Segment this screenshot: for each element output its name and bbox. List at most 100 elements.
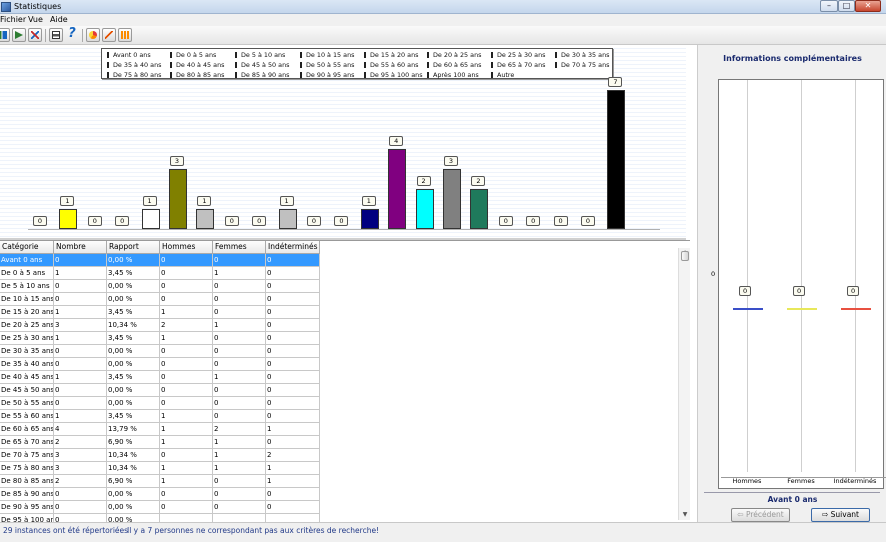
column-header[interactable]: Rapport (107, 241, 160, 254)
chart-icon[interactable] (0, 28, 10, 42)
table-cell: 0 (213, 332, 266, 345)
table-row[interactable]: De 30 à 35 ans 0 0,00 % 0 0 0 (0, 345, 320, 358)
table-cell: 3 (54, 462, 107, 475)
table-cell: 2 (213, 423, 266, 436)
pie-chart-icon[interactable] (86, 28, 100, 42)
menu-fichier[interactable]: Fichier (0, 15, 26, 24)
table-cell: 1 (54, 267, 107, 280)
column-header[interactable]: Catégorie (0, 241, 54, 254)
print-icon[interactable] (49, 28, 63, 42)
table-row[interactable]: De 55 à 60 ans 1 3,45 % 1 0 0 (0, 410, 320, 423)
bar-value-label: 7 (608, 76, 623, 87)
gender-value-label: 0 (739, 286, 752, 296)
next-button[interactable]: ⇨ Suivant (811, 508, 870, 522)
table-cell (266, 514, 320, 522)
table-row[interactable]: De 20 à 25 ans 3 10,34 % 2 1 0 (0, 319, 320, 332)
statistics-table: Catégorie Nombre Rapport Hommes Femmes Indéte… (0, 240, 690, 522)
table-row[interactable]: De 25 à 30 ans 1 3,45 % 1 0 0 (0, 332, 320, 345)
table-row[interactable]: De 40 à 45 ans 1 3,45 % 0 1 0 (0, 371, 320, 384)
column-header[interactable]: Indéterminés (266, 241, 320, 254)
legend-item: De 70 à 75 ans (555, 61, 609, 69)
legend-item: De 5 à 10 ans (235, 51, 285, 59)
legend-label: De 20 à 25 ans (433, 51, 482, 59)
table-row[interactable]: De 45 à 50 ans 0 0,00 % 0 0 0 (0, 384, 320, 397)
column-header[interactable]: Nombre (54, 241, 107, 254)
table-cell: 1 (213, 462, 266, 475)
legend-item: Autre (491, 71, 514, 79)
table-row[interactable]: De 95 à 100 ans 0 0,00 % (0, 514, 320, 522)
table-cell: 0 (213, 358, 266, 371)
maximize-button[interactable]: □ (838, 0, 855, 12)
export-icon[interactable] (12, 28, 26, 42)
table-row[interactable]: De 0 à 5 ans 1 3,45 % 0 1 0 (0, 267, 320, 280)
table-row[interactable]: De 60 à 65 ans 4 13,79 % 1 2 1 (0, 423, 320, 436)
status-message: Il y a 7 personnes ne correspondant pas … (127, 526, 380, 535)
table-cell: 0 (266, 345, 320, 358)
table-cell: De 85 à 90 ans (0, 488, 54, 501)
bar-value-label: 1 (197, 196, 212, 207)
legend-label: Avant 0 ans (113, 51, 151, 59)
table-cell: 0,00 % (107, 254, 160, 267)
bar-value-label: 4 (389, 136, 404, 147)
gender-line (787, 308, 817, 310)
table-cell: 0 (266, 384, 320, 397)
table-cell: 3,45 % (107, 306, 160, 319)
bar-value-label: 0 (498, 216, 513, 226)
bar-chart: Avant 0 ans De 0 à 5 ans De 5 à 10 ans De 1… (0, 45, 686, 238)
menu-aide[interactable]: Aide (50, 15, 68, 24)
legend-marker (491, 62, 493, 68)
chart-bar (470, 189, 489, 229)
table-row[interactable]: De 35 à 40 ans 0 0,00 % 0 0 0 (0, 358, 320, 371)
gender-line (841, 308, 871, 310)
table-cell: 0 (54, 280, 107, 293)
table-cell: 0,00 % (107, 488, 160, 501)
table-cell: De 80 à 85 ans (0, 475, 54, 488)
minimize-button[interactable]: – (820, 0, 838, 12)
table-cell: Avant 0 ans (0, 254, 54, 267)
zero-tick-label: 0 (711, 270, 716, 278)
column-header[interactable]: Hommes (160, 241, 213, 254)
legend-label: De 85 à 90 ans (241, 71, 290, 79)
table-cell: 0 (54, 358, 107, 371)
legend-marker (364, 52, 366, 58)
table-cell: 1 (213, 267, 266, 280)
table-row[interactable]: De 80 à 85 ans 2 6,90 % 1 0 1 (0, 475, 320, 488)
table-cell: 0 (266, 436, 320, 449)
scroll-down-icon[interactable]: ▼ (680, 510, 690, 520)
legend-label: De 80 à 85 ans (176, 71, 225, 79)
table-row[interactable]: De 90 à 95 ans 0 0,00 % 0 0 0 (0, 501, 320, 514)
bar-chart-icon[interactable] (118, 28, 132, 42)
gender-value-label: 0 (847, 286, 860, 296)
legend-label: De 40 à 45 ans (176, 61, 225, 69)
table-cell: 3,45 % (107, 332, 160, 345)
gender-category-label: Indéterminés (833, 477, 877, 485)
line-chart-icon[interactable] (102, 28, 116, 42)
table-cell: 2 (266, 449, 320, 462)
table-scrollbar[interactable]: ▲ ▼ (678, 248, 690, 520)
table-cell: 0,00 % (107, 345, 160, 358)
table-row[interactable]: Avant 0 ans 0 0,00 % 0 0 0 (0, 254, 320, 267)
table-row[interactable]: De 65 à 70 ans 2 6,90 % 1 1 0 (0, 436, 320, 449)
legend-label: De 60 à 65 ans (433, 61, 482, 69)
toolbar-separator (45, 29, 46, 42)
scroll-thumb[interactable] (681, 251, 689, 261)
close-button[interactable]: ✕ (855, 0, 881, 12)
table-row[interactable]: De 15 à 20 ans 1 3,45 % 1 0 0 (0, 306, 320, 319)
table-row[interactable]: De 10 à 15 ans 0 0,00 % 0 0 0 (0, 293, 320, 306)
table-cell: 1 (266, 475, 320, 488)
table-cell: 1 (160, 423, 213, 436)
table-row[interactable]: De 85 à 90 ans 0 0,00 % 0 0 0 (0, 488, 320, 501)
table-row[interactable]: De 5 à 10 ans 0 0,00 % 0 0 0 (0, 280, 320, 293)
previous-button[interactable]: ⇦ Précédent (731, 508, 790, 522)
bar-value-label: 3 (170, 156, 184, 167)
close-icon[interactable] (28, 28, 42, 42)
table-row[interactable]: De 70 à 75 ans 3 10,34 % 0 1 2 (0, 449, 320, 462)
help-icon[interactable]: ? (65, 27, 79, 42)
table-row[interactable]: De 50 à 55 ans 0 0,00 % 0 0 0 (0, 397, 320, 410)
menu-vue[interactable]: Vue (28, 15, 43, 24)
table-row[interactable]: De 75 à 80 ans 3 10,34 % 1 1 1 (0, 462, 320, 475)
table-cell: 2 (54, 475, 107, 488)
previous-label: Précédent (745, 510, 784, 519)
column-header[interactable]: Femmes (213, 241, 266, 254)
table-cell: 0 (160, 280, 213, 293)
